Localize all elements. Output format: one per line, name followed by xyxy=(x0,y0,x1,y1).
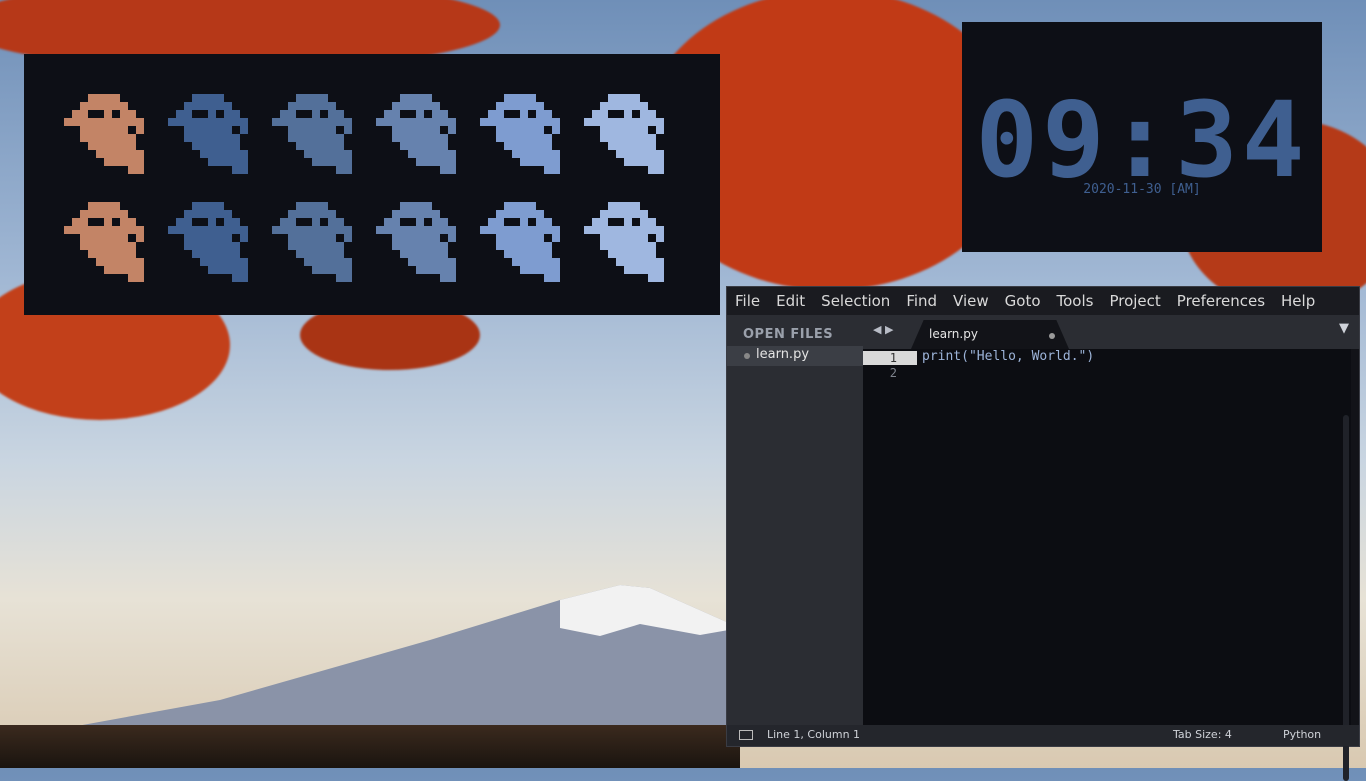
ghost-icon xyxy=(168,202,248,282)
ghost-icon xyxy=(584,202,664,282)
editor-window[interactable]: File Edit Selection Find View Goto Tools… xyxy=(726,286,1360,781)
menu-goto[interactable]: Goto xyxy=(997,292,1049,310)
menu-help[interactable]: Help xyxy=(1273,292,1323,310)
tab-dirty-icon[interactable] xyxy=(1049,333,1055,339)
menu-find[interactable]: Find xyxy=(898,292,945,310)
status-syntax[interactable]: Python xyxy=(1283,728,1321,741)
ghost-icon xyxy=(480,94,560,174)
menu-preferences[interactable]: Preferences xyxy=(1169,292,1273,310)
sidebar-file-label: learn.py xyxy=(756,347,810,362)
clock-widget: 09:34 2020-11-30 [AM] xyxy=(962,22,1322,252)
menu-tools[interactable]: Tools xyxy=(1049,292,1102,310)
line-number: 2 xyxy=(889,366,897,380)
treeline xyxy=(0,725,740,768)
tab-nav-arrows-icon[interactable]: ◀ ▶ xyxy=(873,323,893,336)
ghost-icon xyxy=(376,202,456,282)
status-bar: Line 1, Column 1 Tab Size: 4 Python xyxy=(727,725,1359,746)
code-editor[interactable]: 1 2 print("Hello, World.") xyxy=(863,349,1351,781)
ghost-icon xyxy=(376,94,456,174)
unsaved-dot-icon xyxy=(744,353,750,359)
ghost-icon xyxy=(584,94,664,174)
ghost-icon xyxy=(64,94,144,174)
ghost-icon xyxy=(480,202,560,282)
ghost-widget xyxy=(24,54,720,315)
status-position: Line 1, Column 1 xyxy=(767,728,861,741)
clock-date: 2020-11-30 [AM] xyxy=(1083,182,1201,197)
ghost-icon xyxy=(272,202,352,282)
tab-learn-py[interactable]: learn.py xyxy=(911,320,1069,349)
panel-toggle-icon[interactable] xyxy=(739,730,753,740)
sidebar-file-learn-py[interactable]: learn.py xyxy=(727,346,863,366)
ghost-icon xyxy=(168,94,248,174)
sidebar: OPEN FILES learn.py xyxy=(727,315,863,725)
clock-time: 09:34 xyxy=(975,79,1309,201)
ghost-icon xyxy=(64,202,144,282)
tab-label: learn.py xyxy=(929,327,978,341)
menu-bar: File Edit Selection Find View Goto Tools… xyxy=(727,287,1359,315)
menu-file[interactable]: File xyxy=(727,292,768,310)
menu-selection[interactable]: Selection xyxy=(813,292,898,310)
code-line[interactable]: print("Hello, World.") xyxy=(922,349,1094,364)
line-number: 1 xyxy=(863,351,917,365)
status-tab-size[interactable]: Tab Size: 4 xyxy=(1173,728,1232,741)
menu-project[interactable]: Project xyxy=(1101,292,1168,310)
menu-view[interactable]: View xyxy=(945,292,997,310)
open-files-title: OPEN FILES xyxy=(743,327,834,342)
tab-dropdown-icon[interactable]: ▼ xyxy=(1339,321,1349,336)
menu-edit[interactable]: Edit xyxy=(768,292,813,310)
tab-bar: ◀ ▶ learn.py ▼ xyxy=(863,315,1359,349)
ghost-icon xyxy=(272,94,352,174)
